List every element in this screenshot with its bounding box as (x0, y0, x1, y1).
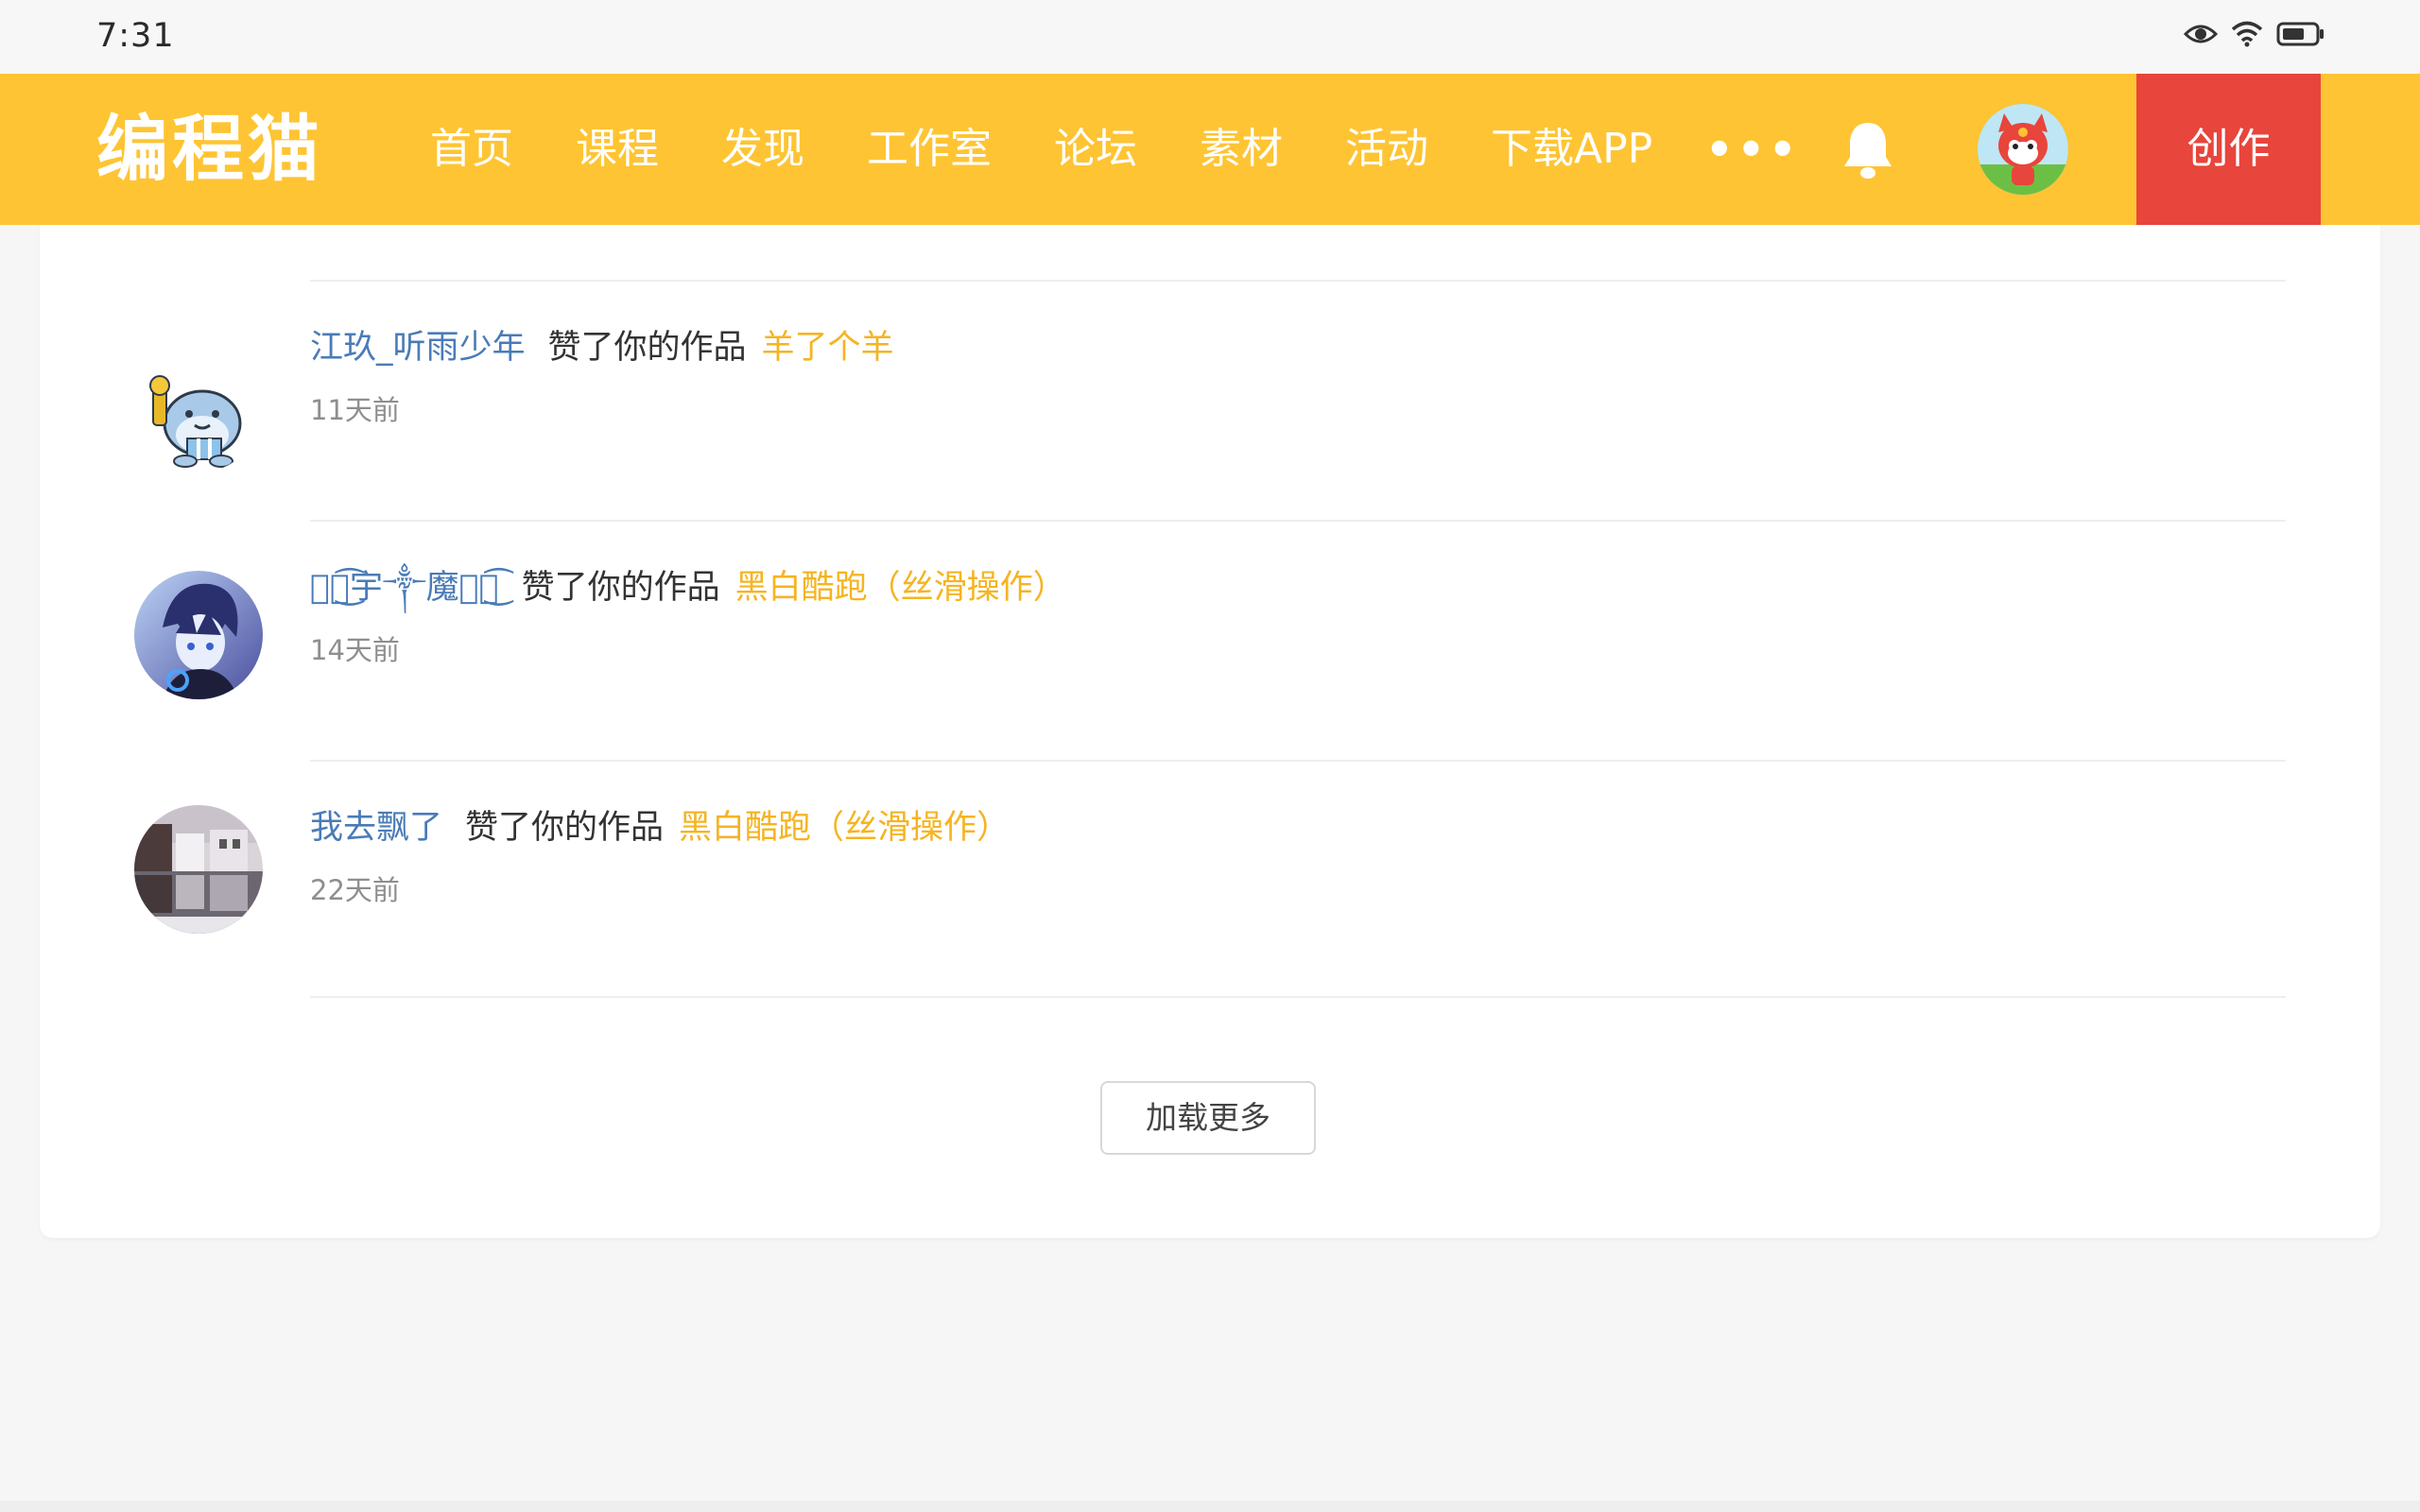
user-avatar[interactable] (134, 805, 263, 934)
user-avatar[interactable] (134, 344, 263, 472)
divider (310, 996, 2286, 998)
notification-text: ৡৢ͜͡宇༒魔ৡৢ͜͡ 赞了你的作品 黑白酷跑（丝滑操作） (310, 565, 1066, 610)
eye-icon (2183, 23, 2219, 49)
create-button[interactable]: 创作 (2136, 74, 2321, 225)
nav-item-materials[interactable]: 素材 (1200, 121, 1283, 178)
notification-work-link[interactable]: 羊了个羊 (762, 329, 894, 367)
notification-time: 14天前 (310, 634, 400, 666)
nav-menu: 首页 课程 发现 工作室 论坛 素材 活动 下载APP ••• (430, 121, 1800, 178)
battery-icon (2276, 22, 2325, 50)
nav-item-download-app[interactable]: 下载APP (1491, 121, 1652, 178)
bottom-edge (0, 1501, 2420, 1512)
more-menu-button[interactable]: ••• (1705, 121, 1800, 178)
nav-item-studio[interactable]: 工作室 (867, 121, 992, 178)
notification-item: 江玖_听雨少年 赞了你的作品 羊了个羊 11天前 (40, 282, 2380, 520)
notification-text: 江玖_听雨少年 赞了你的作品 羊了个羊 (310, 325, 894, 370)
wifi-icon (2231, 21, 2263, 51)
status-time: 7:31 (96, 17, 175, 55)
user-avatar[interactable] (1978, 104, 2068, 195)
nav-item-home[interactable]: 首页 (430, 121, 513, 178)
nav-item-discover[interactable]: 发现 (721, 121, 804, 178)
notification-action: 赞了你的作品 (521, 569, 720, 607)
notification-username[interactable]: ৡৢ͜͡宇༒魔ৡৢ͜͡ (310, 569, 499, 607)
load-more-button[interactable]: 加载更多 (1100, 1081, 1316, 1155)
top-navbar: 编程猫 首页 课程 发现 工作室 论坛 素材 活动 下载APP ••• 创作 (0, 74, 2420, 225)
notification-username[interactable]: 江玖_听雨少年 (310, 329, 526, 367)
user-avatar[interactable] (134, 571, 263, 699)
notification-list-card: 江玖_听雨少年 赞了你的作品 羊了个羊 11天前 ৡৢ͜͡宇༒魔ৡৢ͜͡ 赞了你… (40, 225, 2380, 1238)
notification-bell-icon[interactable] (1841, 119, 1895, 181)
nav-item-events[interactable]: 活动 (1345, 121, 1428, 178)
logo[interactable]: 编程猫 (96, 108, 323, 191)
notification-work-link[interactable]: 黑白酷跑（丝滑操作） (679, 809, 1010, 847)
notification-action: 赞了你的作品 (465, 809, 665, 847)
status-bar: 7:31 (0, 0, 2420, 74)
notification-time: 11天前 (310, 394, 400, 426)
notification-item: 我去飘了 赞了你的作品 黑白酷跑（丝滑操作） 22天前 (40, 762, 2380, 1000)
notification-work-link[interactable]: 黑白酷跑（丝滑操作） (735, 569, 1066, 607)
nav-item-forum[interactable]: 论坛 (1054, 121, 1137, 178)
notification-action: 赞了你的作品 (547, 329, 747, 367)
nav-item-courses[interactable]: 课程 (576, 121, 659, 178)
notification-username[interactable]: 我去飘了 (310, 809, 442, 847)
status-icons (2183, 21, 2325, 51)
notification-text: 我去飘了 赞了你的作品 黑白酷跑（丝滑操作） (310, 805, 1010, 850)
notification-time: 22天前 (310, 874, 400, 906)
notification-item: ৡৢ͜͡宇༒魔ৡৢ͜͡ 赞了你的作品 黑白酷跑（丝滑操作） 14天前 (40, 522, 2380, 760)
